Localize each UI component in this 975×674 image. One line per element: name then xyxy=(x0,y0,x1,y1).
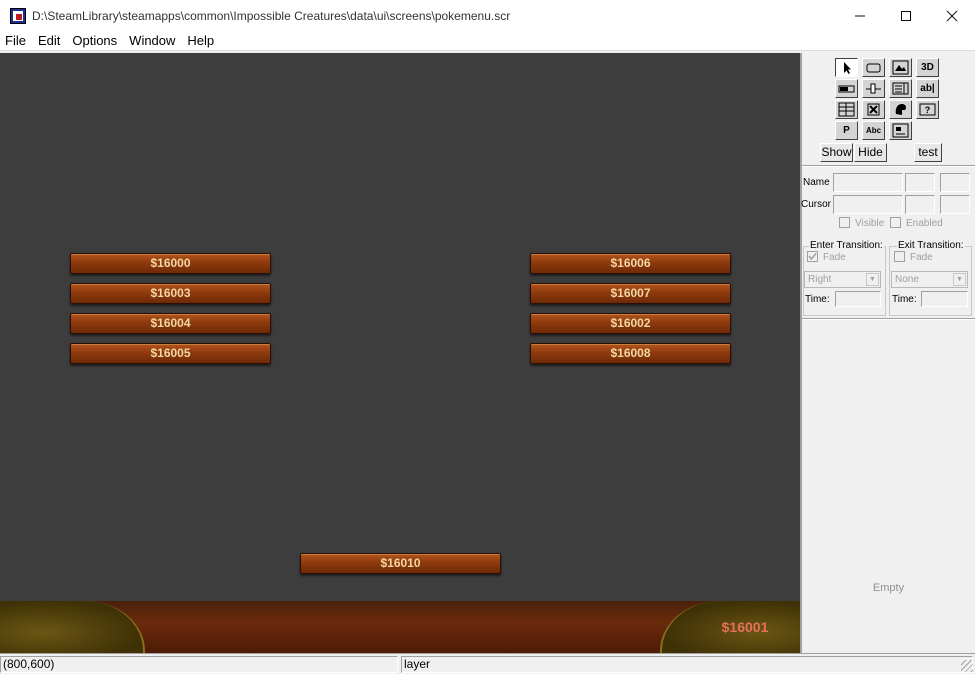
image-icon xyxy=(892,60,909,75)
menu-button[interactable]: $16002 xyxy=(530,313,731,334)
enter-time-label: Time: xyxy=(805,294,830,305)
close-button[interactable] xyxy=(929,0,975,32)
cursor-field[interactable] xyxy=(833,195,903,214)
menu-button[interactable]: $16004 xyxy=(70,313,271,334)
panel-icon xyxy=(892,123,909,138)
frame3d-tool[interactable]: 3D xyxy=(916,58,939,77)
cursor-extra-field-2[interactable] xyxy=(940,195,970,214)
exit-transition-title: Exit Transition: xyxy=(897,240,965,251)
status-layer: layer xyxy=(401,656,973,673)
textlabel-icon: Abc xyxy=(865,126,882,135)
empty-label: Empty xyxy=(872,582,905,594)
progressbar-tool[interactable] xyxy=(835,79,858,98)
enabled-label: Enabled xyxy=(906,218,943,229)
menu-help[interactable]: Help xyxy=(181,32,220,50)
menu-button[interactable]: $16007 xyxy=(530,283,731,304)
visible-checkbox[interactable] xyxy=(839,217,850,228)
slider-tool[interactable] xyxy=(862,79,885,98)
name-label: Name xyxy=(803,177,830,188)
textedit-icon: ab| xyxy=(920,83,935,94)
menu-edit[interactable]: Edit xyxy=(32,32,66,50)
enter-transition-title: Enter Transition: xyxy=(809,240,884,251)
hide-button[interactable]: Hide xyxy=(854,143,887,162)
image-tool[interactable] xyxy=(889,58,912,77)
listbox-tool[interactable] xyxy=(889,79,912,98)
panel-tool[interactable] xyxy=(889,121,912,140)
menu-button[interactable]: $16008 xyxy=(530,343,731,364)
status-bar: (800,600) layer xyxy=(0,653,975,674)
show-button[interactable]: Show xyxy=(820,143,853,162)
minimize-button[interactable] xyxy=(837,0,883,32)
name-extra-field-1[interactable] xyxy=(905,173,935,192)
button-tool[interactable] xyxy=(862,58,885,77)
enter-fade-checkbox[interactable] xyxy=(807,251,818,262)
creature-tool[interactable] xyxy=(889,100,912,119)
chevron-down-icon: ▼ xyxy=(866,273,879,286)
exit-time-field[interactable] xyxy=(921,291,968,307)
app-icon[interactable] xyxy=(10,8,26,24)
bottom-right-label[interactable]: $16001 xyxy=(700,619,790,635)
menu-file[interactable]: File xyxy=(0,32,32,50)
creature-icon xyxy=(895,104,906,115)
name-extra-field-2[interactable] xyxy=(940,173,970,192)
menu-options[interactable]: Options xyxy=(66,32,123,50)
test-button[interactable]: test xyxy=(914,143,942,162)
pointer-icon xyxy=(844,62,851,74)
menu-window[interactable]: Window xyxy=(123,32,181,50)
help-icon: ? xyxy=(919,103,936,116)
svg-text:?: ? xyxy=(925,105,931,115)
screen-canvas[interactable]: $16000 $16003 $16004 $16005 $16006 $1600… xyxy=(0,53,800,653)
textedit-tool[interactable]: ab| xyxy=(916,79,939,98)
menu-button[interactable]: $16003 xyxy=(70,283,271,304)
enter-transition-select[interactable]: Right ▼ xyxy=(804,271,881,288)
progressbar-icon xyxy=(838,85,855,93)
menu-button[interactable]: $16000 xyxy=(70,253,271,274)
exit-fade-checkbox[interactable] xyxy=(894,251,905,262)
pointer-tool[interactable] xyxy=(835,58,858,77)
check-icon xyxy=(808,253,817,261)
picture-icon: P xyxy=(843,125,850,136)
center-button[interactable]: $16010 xyxy=(300,553,501,574)
checkbox-icon xyxy=(867,103,880,116)
textlabel-tool[interactable]: Abc xyxy=(862,121,885,140)
enabled-checkbox[interactable] xyxy=(890,217,901,228)
listbox-icon xyxy=(892,82,909,95)
close-icon xyxy=(946,10,958,22)
window-title: D:\SteamLibrary\steamapps\common\Impossi… xyxy=(32,9,511,23)
name-field[interactable] xyxy=(833,173,903,192)
maximize-button[interactable] xyxy=(883,0,929,32)
exit-transition-value: None xyxy=(895,274,919,285)
button-shape-icon xyxy=(866,63,881,73)
checkbox-tool[interactable] xyxy=(862,100,885,119)
enter-time-field[interactable] xyxy=(835,291,881,307)
minimize-icon xyxy=(855,15,865,17)
visible-label: Visible xyxy=(855,218,885,229)
title-bar: D:\SteamLibrary\steamapps\common\Impossi… xyxy=(0,0,975,32)
menu-button[interactable]: $16005 xyxy=(70,343,271,364)
frame3d-icon: 3D xyxy=(921,62,934,73)
grid-tool[interactable] xyxy=(835,100,858,119)
maximize-icon xyxy=(901,11,911,21)
grid-icon xyxy=(838,102,855,117)
picture-tool[interactable]: P xyxy=(835,121,858,140)
resize-grip-icon[interactable] xyxy=(961,660,973,672)
cursor-extra-field-1[interactable] xyxy=(905,195,935,214)
chevron-down-icon: ▼ xyxy=(953,273,966,286)
menu-bar: File Edit Options Window Help xyxy=(0,32,975,51)
exit-time-label: Time: xyxy=(892,294,917,305)
menu-button[interactable]: $16006 xyxy=(530,253,731,274)
slider-icon xyxy=(866,83,881,94)
properties-panel: 3D ab| ? P Abc Show Hide test Name Curso… xyxy=(800,53,975,653)
enter-transition-value: Right xyxy=(808,274,832,285)
cursor-label: Cursor xyxy=(801,199,832,210)
status-coords: (800,600) xyxy=(0,656,398,673)
help-tool[interactable]: ? xyxy=(916,100,939,119)
separator xyxy=(802,165,975,167)
exit-transition-select[interactable]: None ▼ xyxy=(891,271,968,288)
enter-fade-label: Fade xyxy=(823,252,846,263)
exit-fade-label: Fade xyxy=(910,252,933,263)
separator xyxy=(802,318,975,320)
